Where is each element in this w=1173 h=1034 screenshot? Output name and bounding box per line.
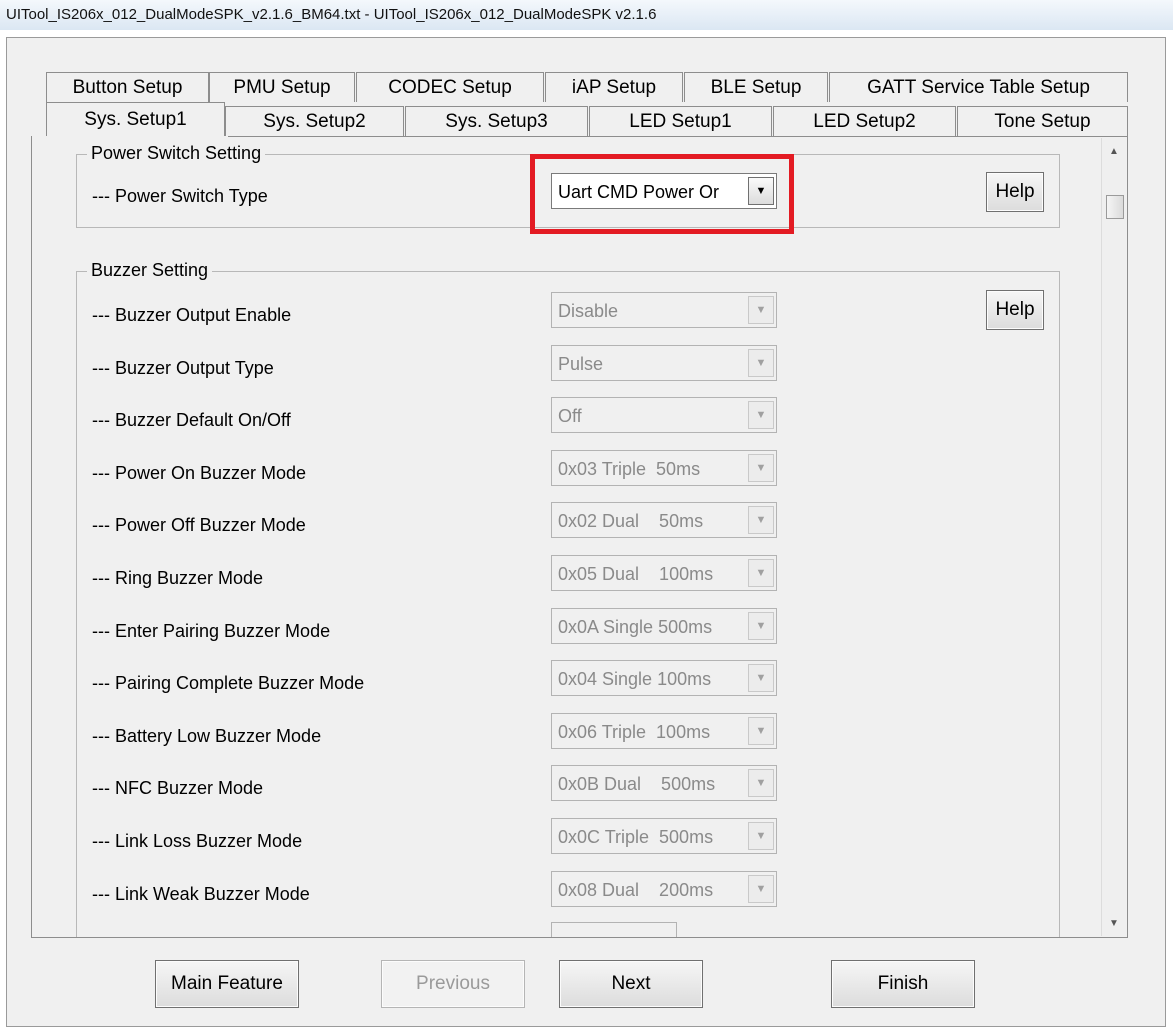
buzzer-row-select[interactable]: 0x05 Dual 100ms ▼: [551, 555, 777, 591]
chevron-down-icon[interactable]: ▼: [748, 401, 774, 430]
tab-sys-setup1[interactable]: Sys. Setup1: [46, 102, 225, 136]
buzzer-row-select[interactable]: 0x08 Dual 200ms ▼: [551, 870, 777, 907]
buzzer-row-select[interactable]: 0x06 Triple 100ms ▼: [551, 712, 777, 749]
chevron-down-icon[interactable]: ▼: [748, 611, 774, 640]
tab-panel-bottom-edge: [31, 937, 1128, 938]
chevron-down-icon[interactable]: ▼: [748, 822, 774, 850]
tab-tone-setup[interactable]: Tone Setup: [957, 106, 1128, 136]
partially-visible-field: [551, 922, 677, 938]
tab-panel-top-edge: [228, 136, 1128, 137]
buzzer-row-value: 0x05 Dual 100ms: [558, 564, 714, 584]
previous-button[interactable]: Previous: [381, 960, 525, 1008]
buzzer-row-label: --- NFC Buzzer Mode: [92, 778, 264, 799]
buzzer-row-label: --- Buzzer Output Enable: [92, 305, 292, 325]
tab-sys-setup2[interactable]: Sys. Setup2: [225, 106, 404, 136]
chevron-down-icon[interactable]: ▼: [748, 559, 774, 587]
tab-led-setup1[interactable]: LED Setup1: [589, 106, 772, 136]
buzzer-row-label: --- Power Off Buzzer Mode: [92, 515, 306, 536]
buzzer-row-label: --- Pairing Complete Buzzer Mode: [92, 673, 365, 694]
window-title: UITool_IS206x_012_DualModeSPK_v2.1.6_BM6…: [6, 6, 657, 23]
buzzer-row-value: 0x06 Triple 100ms: [558, 721, 711, 742]
buzzer-row-select[interactable]: Disable ▼: [551, 292, 777, 328]
buzzer-help-button[interactable]: Help: [986, 290, 1044, 330]
buzzer-row-value: 0x0A Single 500ms: [558, 616, 713, 637]
buzzer-row-value: 0x03 Triple 50ms: [558, 458, 701, 479]
title-bar: UITool_IS206x_012_DualModeSPK_v2.1.6_BM6…: [0, 0, 1173, 30]
buzzer-row-select[interactable]: 0x02 Dual 50ms ▼: [551, 502, 777, 539]
buzzer-row-select[interactable]: 0x03 Triple 50ms ▼: [551, 449, 777, 486]
tab-sys-setup3[interactable]: Sys. Setup3: [405, 106, 588, 136]
buzzer-row-value: 0x02 Dual 50ms: [558, 511, 704, 532]
tab-codec-setup[interactable]: CODEC Setup: [356, 72, 544, 102]
chevron-down-icon[interactable]: ▼: [748, 506, 774, 535]
buzzer-row-label: --- Power On Buzzer Mode: [92, 462, 307, 483]
chevron-down-icon[interactable]: ▼: [748, 453, 774, 482]
power-switch-help-button[interactable]: Help: [986, 172, 1044, 212]
buzzer-row-value: 0x0B Dual 500ms: [558, 774, 716, 795]
buzzer-row-label: --- Link Weak Buzzer Mode: [92, 883, 310, 904]
finish-button[interactable]: Finish: [831, 960, 975, 1008]
buzzer-row-select[interactable]: 0x04 Single 100ms ▼: [551, 660, 777, 697]
buzzer-group-title: Buzzer Setting: [87, 260, 213, 281]
buzzer-row-select[interactable]: Pulse ▼: [551, 344, 777, 381]
highlight-annotation: [530, 154, 794, 234]
buzzer-row-value: 0x08 Dual 200ms: [558, 879, 714, 900]
power-switch-group-title: Power Switch Setting: [87, 143, 266, 164]
tab-button-setup[interactable]: Button Setup: [46, 72, 209, 102]
scroll-up-icon[interactable]: ▲: [1102, 142, 1126, 160]
chevron-down-icon[interactable]: ▼: [748, 664, 774, 693]
chevron-down-icon[interactable]: ▼: [748, 874, 774, 903]
buzzer-row-value: Off: [558, 406, 582, 427]
scroll-down-icon[interactable]: ▼: [1102, 914, 1126, 932]
buzzer-row-select[interactable]: 0x0A Single 500ms ▼: [551, 607, 777, 644]
buzzer-row-select[interactable]: 0x0C Triple 500ms ▼: [551, 818, 777, 854]
tab-led-setup2[interactable]: LED Setup2: [773, 106, 956, 136]
tab-ble-setup[interactable]: BLE Setup: [684, 72, 828, 102]
buzzer-row-value: Pulse: [558, 353, 604, 374]
chevron-down-icon[interactable]: ▼: [748, 348, 774, 377]
tab-panel-left-edge: [31, 136, 32, 938]
tab-iap-setup[interactable]: iAP Setup: [545, 72, 683, 102]
buzzer-row-label: --- Buzzer Default On/Off: [92, 410, 291, 431]
buzzer-row-label: --- Enter Pairing Buzzer Mode: [92, 620, 331, 641]
buzzer-row-label: --- Battery Low Buzzer Mode: [92, 725, 322, 746]
tab-pmu-setup[interactable]: PMU Setup: [209, 72, 355, 102]
vertical-scrollbar[interactable]: ▲ ▼: [1101, 138, 1126, 936]
scroll-thumb[interactable]: [1106, 195, 1124, 219]
main-feature-button[interactable]: Main Feature: [155, 960, 299, 1008]
buzzer-row-select[interactable]: Off ▼: [551, 397, 777, 434]
buzzer-row-label: --- Ring Buzzer Mode: [92, 568, 264, 588]
chevron-down-icon[interactable]: ▼: [748, 716, 774, 745]
buzzer-row-value: 0x04 Single 100ms: [558, 669, 712, 690]
buzzer-row-select[interactable]: 0x0B Dual 500ms ▼: [551, 765, 777, 802]
chevron-down-icon[interactable]: ▼: [748, 769, 774, 798]
buzzer-row-label: --- Link Loss Buzzer Mode: [92, 831, 303, 851]
buzzer-row-label: --- Buzzer Output Type: [92, 357, 274, 378]
tab-gatt-service-table-setup[interactable]: GATT Service Table Setup: [829, 72, 1128, 102]
chevron-down-icon[interactable]: ▼: [748, 296, 774, 324]
buzzer-row-value: 0x0C Triple 500ms: [558, 827, 714, 847]
next-button[interactable]: Next: [559, 960, 703, 1008]
power-switch-type-label: --- Power Switch Type: [92, 186, 268, 206]
buzzer-row-value: Disable: [558, 301, 619, 321]
